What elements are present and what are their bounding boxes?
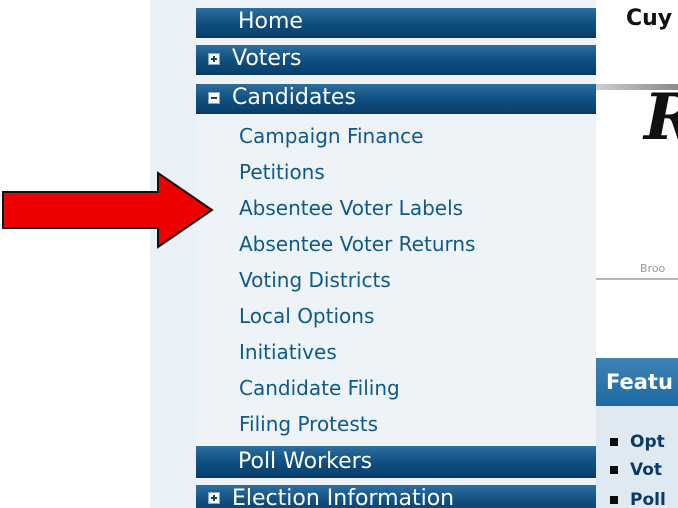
subnav-voting-districts[interactable]: Voting Districts xyxy=(239,268,391,292)
screenshot-stage: Home Voters Candidates Campaign Finance … xyxy=(0,0,678,508)
nav-item-home[interactable]: Home xyxy=(196,8,596,38)
subnav-initiatives[interactable]: Initiatives xyxy=(239,340,337,364)
nav-item-candidates-label: Candidates xyxy=(232,85,356,110)
subnav-candidate-filing[interactable]: Candidate Filing xyxy=(239,376,400,400)
subnav-absentee-voter-labels[interactable]: Absentee Voter Labels xyxy=(239,196,463,220)
site-title: Cuy xyxy=(626,6,673,31)
collapse-minus-icon[interactable] xyxy=(208,92,220,104)
subnav-local-options[interactable]: Local Options xyxy=(239,304,374,328)
page-background-strip xyxy=(150,0,196,508)
nav-item-election-information[interactable]: Election Information xyxy=(196,485,596,508)
expand-plus-icon[interactable] xyxy=(208,53,220,65)
nav-item-home-label: Home xyxy=(238,9,303,34)
nav-item-candidates[interactable]: Candidates xyxy=(196,84,596,114)
featured-list-item[interactable]: Poll xyxy=(610,490,666,508)
main-content-area: Cuy R Broo Featu Opt Vot Poll xyxy=(596,0,678,508)
nav-item-poll-workers[interactable]: Poll Workers xyxy=(196,446,596,478)
bullet-icon xyxy=(610,438,618,446)
banner-caption: Broo xyxy=(640,262,666,275)
bullet-icon xyxy=(610,496,618,504)
banner-logo-text: R xyxy=(644,80,678,155)
nav-item-election-information-label: Election Information xyxy=(232,486,455,508)
subnav-petitions[interactable]: Petitions xyxy=(239,160,325,184)
bullet-icon xyxy=(610,466,618,474)
featured-section-header: Featu xyxy=(596,358,678,406)
red-arrow-icon xyxy=(2,171,214,249)
subnav-absentee-voter-returns[interactable]: Absentee Voter Returns xyxy=(239,232,475,256)
expand-plus-icon[interactable] xyxy=(208,492,220,504)
nav-item-voters-label: Voters xyxy=(232,46,302,71)
subnav-campaign-finance[interactable]: Campaign Finance xyxy=(239,124,423,148)
nav-item-voters[interactable]: Voters xyxy=(196,45,596,75)
nav-item-poll-workers-label: Poll Workers xyxy=(238,449,373,474)
featured-list-item[interactable]: Vot xyxy=(610,460,662,480)
featured-list-item[interactable]: Opt xyxy=(610,432,665,452)
subnav-filing-protests[interactable]: Filing Protests xyxy=(239,412,378,436)
banner-divider-bottom xyxy=(596,278,678,280)
